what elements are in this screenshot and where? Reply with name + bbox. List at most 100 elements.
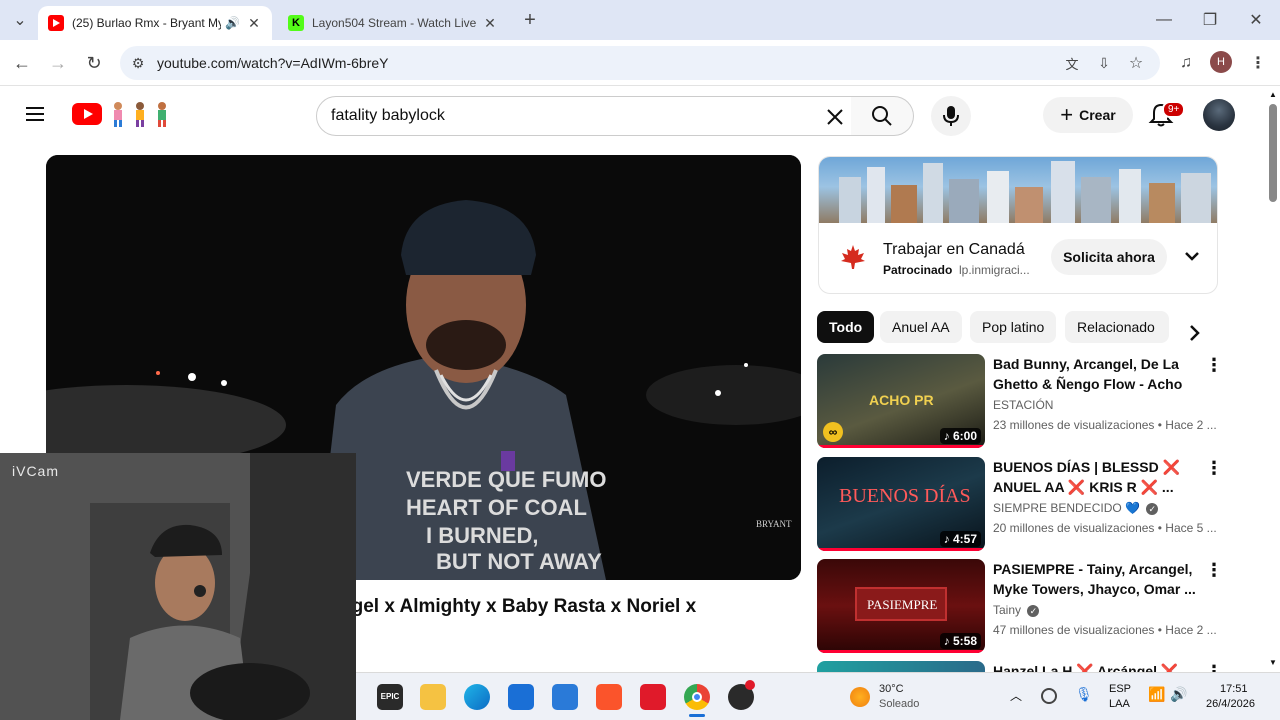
chip-relacionado[interactable]: Relacionado (1065, 311, 1169, 343)
wifi-icon[interactable]: 📶 (1148, 686, 1165, 703)
youtube-favicon-icon (48, 15, 64, 31)
security-icon[interactable] (1041, 688, 1057, 704)
chip-anuel-aa[interactable]: Anuel AA (880, 311, 962, 343)
recommendation-channel[interactable]: Tainy ✓ (993, 603, 1040, 617)
amd-icon[interactable] (640, 684, 666, 710)
file-explorer-icon[interactable] (420, 684, 446, 710)
video-thumbnail[interactable]: BUENOS DÍAS ♪ 4:57 (817, 457, 985, 551)
voice-search-button[interactable] (931, 96, 971, 136)
ad-apply-button[interactable]: Solicita ahora (1051, 239, 1167, 275)
more-options-icon[interactable]: ⋮ (1205, 561, 1223, 581)
chip-todo[interactable]: Todo (817, 311, 875, 343)
browser-menu-icon[interactable]: ⋮ (1246, 51, 1270, 75)
tab-title: (25) Burlao Rmx - Bryant My (72, 16, 222, 30)
tab-layon504[interactable]: K Layon504 Stream - Watch Live o ✕ (278, 6, 508, 40)
search-input[interactable]: fatality babylock (316, 96, 852, 136)
recommendation-title[interactable]: Bad Bunny, Arcangel, De La Ghetto & Ñeng… (993, 354, 1203, 394)
recommendation-item[interactable]: PASIEMPRE ♪ 5:58 PASIEMPRE - Tainy, Arca… (817, 559, 1237, 655)
volume-icon[interactable]: 🔊 (1170, 686, 1187, 703)
sponsored-ad-card[interactable]: Trabajar en Canadá Patrocinado lp.inmigr… (818, 156, 1218, 294)
chevron-down-icon[interactable] (1181, 245, 1203, 267)
url-text[interactable]: youtube.com/watch?v=AdIWm-6breY (157, 55, 389, 71)
account-avatar[interactable] (1203, 99, 1235, 131)
scrollbar-thumb[interactable] (1269, 104, 1277, 202)
weather-temperature[interactable]: 30°C (879, 683, 904, 695)
recommendation-title[interactable]: PASIEMPRE - Tainy, Arcangel, Myke Towers… (993, 559, 1203, 599)
duration-text: 5:58 (952, 634, 977, 648)
ad-title[interactable]: Trabajar en Canadá (883, 241, 1025, 259)
doodle-dancers-icon[interactable] (108, 100, 174, 128)
bookmark-star-icon[interactable]: ☆ (1124, 51, 1148, 75)
restore-icon[interactable]: ❐ (1198, 8, 1222, 32)
ad-banner-image[interactable] (819, 157, 1217, 223)
recommendation-item[interactable]: Hanzel La H ❌ Arcángel ❌ ⋮ (817, 661, 1237, 672)
verified-icon: ✓ (1146, 503, 1159, 515)
recommendation-channel[interactable]: SIEMPRE BENDECIDO 💙 ✓ (993, 501, 1159, 515)
hamburger-menu-icon[interactable] (24, 104, 48, 124)
epic-games-icon[interactable]: EPIC (377, 684, 403, 710)
search-button[interactable] (851, 96, 914, 136)
obs-icon[interactable] (728, 680, 755, 710)
video-title: ngel x Almighty x Baby Rasta x Noriel x (340, 596, 697, 617)
translate-icon[interactable]: 文 (1060, 51, 1084, 75)
chrome-active-indicator (689, 714, 705, 717)
edge-icon[interactable] (464, 684, 490, 710)
clock-time[interactable]: 17:51 (1220, 683, 1248, 695)
show-hidden-icons-icon[interactable]: ︿ (1010, 687, 1022, 704)
forward-icon[interactable]: → (46, 51, 70, 75)
tab-youtube[interactable]: (25) Burlao Rmx - Bryant My 🔊 ✕ (38, 6, 272, 40)
webcam-label: iVCam (12, 463, 60, 479)
profile-avatar[interactable]: H (1210, 51, 1232, 73)
language-indicator[interactable]: ESP (1109, 683, 1131, 695)
page-scrollbar[interactable]: ▲ ▼ (1266, 86, 1280, 672)
search-query[interactable]: fatality babylock (331, 107, 445, 125)
video-thumbnail[interactable] (817, 661, 985, 672)
microsoft-store-icon[interactable] (508, 684, 534, 710)
more-options-icon[interactable]: ⋮ (1205, 459, 1223, 479)
more-options-icon[interactable]: ⋮ (1205, 663, 1223, 672)
address-bar[interactable]: ⚙ youtube.com/watch?v=AdIWm-6breY 文 ⇩ ☆ (120, 46, 1160, 80)
close-tab-icon[interactable]: ✕ (246, 15, 262, 32)
reload-icon[interactable]: ↻ (82, 51, 106, 75)
site-info-icon[interactable]: ⚙ (126, 51, 150, 75)
ad-domain: lp.inmigraci... (959, 263, 1030, 277)
youtube-logo[interactable] (72, 103, 102, 125)
close-window-icon[interactable]: ✕ (1244, 8, 1268, 32)
duration-text: 6:00 (952, 429, 977, 443)
media-controls-icon[interactable]: ♫ (1174, 51, 1198, 75)
more-options-icon[interactable]: ⋮ (1205, 356, 1223, 376)
outlook-icon[interactable] (552, 684, 578, 710)
video-thumbnail[interactable]: PASIEMPRE ♪ 5:58 (817, 559, 985, 653)
weather-sun-icon[interactable] (850, 687, 870, 707)
clock-date[interactable]: 26/4/2026 (1206, 698, 1255, 710)
tab-title: Layon504 Stream - Watch Live o (312, 16, 476, 30)
video-thumbnail[interactable]: ACHO PR ∞ ♪ 6:00 (817, 354, 985, 448)
create-button[interactable]: + Crear (1043, 97, 1133, 133)
keyboard-layout[interactable]: LAA (1109, 698, 1130, 710)
back-icon[interactable]: ← (10, 51, 34, 75)
scroll-down-icon[interactable]: ▼ (1269, 658, 1277, 667)
recommendation-title[interactable]: BUENOS DÍAS | BLESSD ❌ ANUEL AA ❌ KRIS R… (993, 457, 1203, 497)
recommendation-title[interactable]: Hanzel La H ❌ Arcángel ❌ (993, 661, 1203, 672)
chip-pop-latino[interactable]: Pop latino (970, 311, 1057, 343)
recommendation-item[interactable]: BUENOS DÍAS ♪ 4:57 BUENOS DÍAS | BLESSD … (817, 457, 1237, 553)
weather-description[interactable]: Soleado (879, 698, 919, 710)
windows-taskbar: EPIC 30°C Soleado ︿ 🎙 ESP LAA 📶 🔊 17:51 … (356, 672, 1280, 720)
channel-name[interactable]: SIEMPRE BENDECIDO 💙 (993, 501, 1140, 515)
minimize-icon[interactable]: — (1152, 8, 1176, 32)
speaker-icon[interactable]: 🔊 (225, 16, 240, 30)
chevron-right-icon[interactable] (1182, 321, 1206, 345)
close-tab-icon[interactable]: ✕ (482, 15, 498, 32)
tab-search-chevron-icon[interactable]: ⌄ (8, 8, 32, 32)
channel-name[interactable]: Tainy (993, 603, 1021, 617)
clear-search-icon[interactable] (823, 105, 847, 129)
recommendation-channel[interactable]: ESTACIÓN (993, 398, 1053, 412)
install-app-icon[interactable]: ⇩ (1092, 51, 1116, 75)
duration-badge: ♪ 5:58 (939, 633, 981, 649)
recommendation-item[interactable]: ACHO PR ∞ ♪ 6:00 Bad Bunny, Arcangel, De… (817, 354, 1237, 450)
brave-icon[interactable] (596, 684, 622, 710)
chrome-icon[interactable] (684, 684, 710, 710)
new-tab-icon[interactable]: + (518, 8, 542, 32)
microphone-tray-icon[interactable]: 🎙 (1075, 686, 1093, 703)
scroll-up-icon[interactable]: ▲ (1269, 90, 1277, 99)
